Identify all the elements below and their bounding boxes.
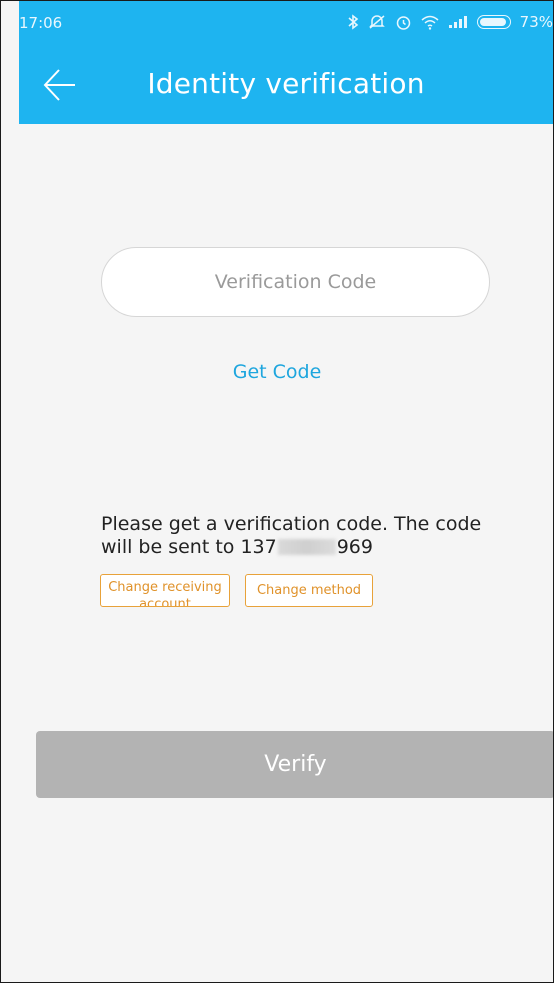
battery-icon [476,15,511,29]
verification-code-input[interactable] [101,247,490,317]
verification-info-text: Please get a verification code. The code… [101,513,501,559]
page-title: Identity verification [147,67,425,100]
phone-screen: 17:06 73% Identity verification Verifica… [0,0,554,983]
info-line-1: Please get a verification code. The code [101,513,482,535]
phone-number-mask [277,539,336,555]
bluetooth-icon [347,14,359,30]
info-line-2-prefix: will be sent to 137 [101,536,277,558]
verify-button[interactable]: Verify [36,731,553,798]
app-header: Identity verification [19,47,553,124]
get-code-link[interactable]: Get Code [1,361,553,383]
status-icons: 73% [347,13,553,31]
info-line-2: will be sent to 137 969 [101,536,501,559]
battery-percent: 73% [519,13,553,31]
status-time: 17:06 [19,14,63,32]
change-receiving-account-button[interactable]: Change receiving account [100,574,230,607]
mute-icon [368,14,386,30]
alarm-icon [395,14,412,31]
signal-icon [448,15,468,29]
status-bar: 17:06 73% [19,1,553,47]
wifi-icon [421,15,439,30]
change-method-button[interactable]: Change method [245,574,373,607]
info-line-2-suffix: 969 [336,536,373,558]
